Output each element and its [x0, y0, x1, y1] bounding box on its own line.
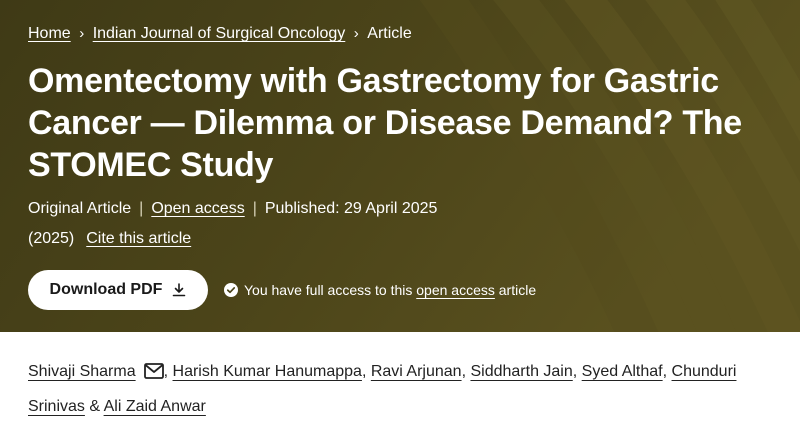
author-separator: , [461, 363, 467, 380]
author-link[interactable]: Syed Althaf [582, 363, 663, 380]
chevron-right-icon: › [79, 25, 85, 42]
author-link[interactable]: Harish Kumar Hanumappa [173, 363, 362, 380]
breadcrumb-home-link[interactable]: Home [28, 25, 71, 42]
download-pdf-label: Download PDF [49, 281, 163, 298]
author-list: Shivaji Sharma, Harish Kumar Hanumappa, … [28, 356, 768, 423]
breadcrumb: Home › Indian Journal of Surgical Oncology… [28, 24, 412, 44]
access-text-prefix: You have full access to this [244, 282, 413, 298]
meta-divider: | [139, 200, 144, 217]
author-link[interactable]: Ali Zaid Anwar [104, 398, 206, 415]
article-title: Omentectomy with Gastrectomy for Gastric… [28, 62, 742, 184]
access-notice: You have full access to this open access… [224, 280, 536, 300]
breadcrumb-current: Article [367, 25, 412, 42]
cite-article-link[interactable]: Cite this article [86, 230, 191, 247]
author-separator: , [361, 363, 367, 380]
author-separator: , [572, 363, 578, 380]
access-text-suffix: article [498, 282, 537, 298]
article-year: (2025) [28, 230, 75, 247]
article-meta-secondary: (2025) Cite this article [28, 228, 191, 250]
open-access-link[interactable]: Open access [151, 200, 244, 217]
article-type: Original Article [28, 200, 132, 217]
author-separator: , [163, 363, 169, 380]
article-hero: Home › Indian Journal of Surgical Oncology… [0, 0, 800, 332]
author-conjunction: & [89, 398, 101, 415]
chevron-right-icon: › [353, 25, 359, 42]
download-icon [172, 283, 186, 297]
download-pdf-button[interactable]: Download PDF [28, 270, 208, 310]
published-date: Published: 29 April 2025 [264, 200, 438, 217]
article-meta: Original Article | Open access | Published: … [28, 198, 437, 220]
check-circle-icon [224, 283, 238, 297]
author-separator: , [662, 363, 668, 380]
meta-divider: | [252, 200, 257, 217]
mail-icon[interactable] [143, 359, 164, 391]
access-open-access-link[interactable]: open access [416, 280, 495, 300]
author-link[interactable]: Shivaji Sharma [28, 363, 136, 380]
author-link[interactable]: Ravi Arjunan [371, 363, 462, 380]
breadcrumb-journal-link[interactable]: Indian Journal of Surgical Oncology [93, 25, 346, 42]
author-link[interactable]: Siddharth Jain [470, 363, 572, 380]
